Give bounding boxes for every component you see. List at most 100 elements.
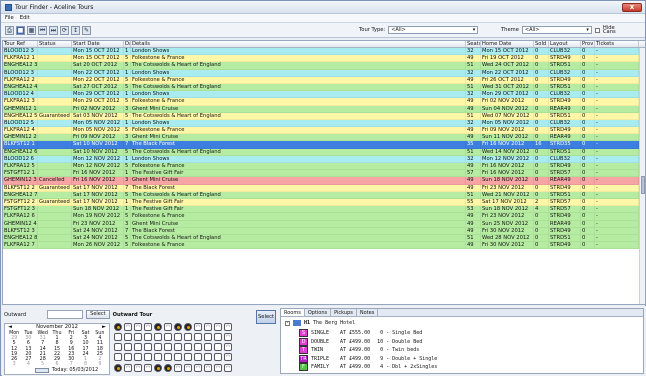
calendar-day[interactable]: 4: [21, 362, 35, 367]
column-header[interactable]: Sold: [534, 41, 549, 47]
refresh-icon[interactable]: ⟳: [60, 25, 69, 35]
room-item[interactable]: S SINGLE AT £555.00 0- Single Bed: [299, 329, 422, 337]
table-row[interactable]: FLKFRA12 7 Mon 26 NOV 2012 5 Folkestone & F…: [3, 242, 645, 250]
room-item[interactable]: T TWIN AT £499.00 0- Twin beds: [299, 346, 419, 354]
seat-icon[interactable]: ◠: [174, 364, 182, 372]
seat-icon[interactable]: [174, 343, 182, 351]
seat-icon[interactable]: ◠: [144, 323, 152, 331]
seat-icon[interactable]: [214, 353, 222, 361]
table-row[interactable]: FLKFRA12 4 Mon 05 NOV 2012 5 Folkestone & F…: [3, 127, 645, 135]
room-item[interactable]: TR TRIPLE AT £499.00 9- Double + Single: [299, 354, 437, 363]
seat-icon[interactable]: ◠: [204, 364, 212, 372]
seat-icon[interactable]: ◠: [134, 364, 142, 372]
seat-icon[interactable]: ◠: [194, 323, 202, 331]
tour-type-dropdown[interactable]: <All> ▾: [388, 26, 479, 34]
tree-collapse-icon[interactable]: -: [285, 320, 290, 326]
table-row[interactable]: BLOOD12 3 Mon 15 OCT 2012 1 London Shows 32 M…: [3, 48, 645, 56]
table-row[interactable]: ENGHEA12 6 Sat 10 NOV 2012 5 The Cotswolds …: [3, 148, 645, 156]
table-row[interactable]: FSTGFT12 3 Sun 18 NOV 2012 1 The Festive Gi…: [3, 206, 645, 214]
seat-icon[interactable]: [124, 353, 132, 361]
table-row[interactable]: FLKFRA12 6 Mon 19 NOV 2012 5 Folkestone & F…: [3, 213, 645, 221]
grid-scrollbar[interactable]: [639, 48, 645, 304]
room-item[interactable]: F FAMILY AT £499.00 4- Dbl + 2xSingles: [299, 363, 437, 371]
today-line[interactable]: Today: 05/03/2012: [35, 367, 98, 373]
menu-edit[interactable]: Edit: [20, 15, 30, 21]
seat-icon[interactable]: [184, 333, 192, 341]
table-row[interactable]: BLOOD12 5 Mon 05 NOV 2012 1 London Shows 32 M…: [3, 119, 645, 128]
seat-icon[interactable]: ◠: [124, 323, 132, 331]
table-row[interactable]: FLKFRA12 5 Mon 12 NOV 2012 5 Folkestone & F…: [3, 163, 645, 171]
table-row[interactable]: FSTGFT12 2 Guaranteed Sat 17 NOV 2012 1 The …: [3, 198, 645, 207]
seat-icon[interactable]: [204, 353, 212, 361]
table-row[interactable]: BLOOD12 4 Mon 29 OCT 2012 1 London Shows 32 M…: [3, 91, 645, 99]
next-month-icon[interactable]: ►: [102, 324, 106, 331]
seat-icon[interactable]: [154, 323, 162, 331]
seat-icon[interactable]: ◠: [164, 323, 172, 331]
seat-icon[interactable]: ◠: [184, 364, 192, 372]
menu-file[interactable]: File: [5, 15, 14, 21]
table-row[interactable]: BLKFST12 2 Guaranteed Sat 17 NOV 2012 7 The …: [3, 184, 645, 192]
seat-icon[interactable]: [174, 353, 182, 361]
hotel-node[interactable]: - H1 The Berg Hotel: [285, 320, 355, 326]
column-header[interactable]: Details: [131, 41, 466, 47]
column-header[interactable]: Layout: [549, 41, 581, 47]
seat-icon[interactable]: ◠: [124, 364, 132, 372]
seat-icon[interactable]: [154, 353, 162, 361]
tab-rooms[interactable]: Rooms: [281, 309, 305, 316]
seat-icon[interactable]: [164, 364, 172, 372]
tab-pickups[interactable]: Pickups: [331, 309, 357, 316]
table-row[interactable]: FLKFRA12 2 Mon 22 OCT 2012 5 Folkestone & F…: [3, 76, 645, 84]
table-row[interactable]: ENGHEA12 5 Guaranteed Sat 03 NOV 2012 5 The …: [3, 112, 645, 120]
seat-icon[interactable]: [114, 343, 122, 351]
table-row[interactable]: FLKFRA12 1 Mon 15 OCT 2012 5 Folkestone & F…: [3, 55, 645, 63]
edit-icon[interactable]: ✎: [82, 25, 91, 35]
table-row[interactable]: ENGHEA12 8 Sat 24 NOV 2012 5 The Cotswolds …: [3, 234, 645, 243]
seat-icon[interactable]: [194, 343, 202, 351]
seat-icon[interactable]: [184, 323, 192, 331]
theme-dropdown[interactable]: <All> ▾: [521, 26, 592, 34]
seat-icon[interactable]: ◠: [224, 323, 232, 331]
sort-icon[interactable]: ↕: [71, 25, 80, 35]
table-row[interactable]: BLKFST12 3 Sat 24 NOV 2012 7 The Black Fore…: [3, 227, 645, 235]
calendar-icon[interactable]: ▦: [27, 25, 36, 35]
seat-icon[interactable]: [154, 343, 162, 351]
seat-icon[interactable]: [144, 333, 152, 341]
seat-icon[interactable]: ◠: [214, 364, 222, 372]
select-button[interactable]: Select: [86, 310, 110, 319]
seat-icon[interactable]: [184, 343, 192, 351]
prev-month-icon[interactable]: ◄: [8, 324, 12, 331]
seat-icon[interactable]: [194, 333, 202, 341]
calendar-day[interactable]: 3: [7, 362, 21, 367]
column-header[interactable]: Home Date: [481, 41, 534, 47]
column-header[interactable]: Seats: [466, 41, 481, 47]
seat-icon[interactable]: ◠: [224, 343, 232, 351]
hide-cans-checkbox[interactable]: [594, 27, 600, 33]
close-button[interactable]: x: [622, 3, 642, 12]
tab-options[interactable]: Options: [305, 309, 332, 316]
column-header[interactable]: Prov: [581, 41, 595, 47]
seat-icon[interactable]: ◠: [204, 323, 212, 331]
seat-icon[interactable]: [204, 333, 212, 341]
seat-icon[interactable]: [154, 364, 162, 372]
seat-icon[interactable]: [154, 333, 162, 341]
seat-icon[interactable]: [204, 343, 212, 351]
table-row[interactable]: BLOOD12 3 Mon 22 OCT 2012 1 London Shows 32 M…: [3, 69, 645, 77]
table-row[interactable]: GHEMIN12 3 Cancelled Fri 16 NOV 2012 3 Ghent…: [3, 177, 645, 185]
seat-icon[interactable]: [164, 353, 172, 361]
seat-icon[interactable]: [114, 323, 122, 331]
seat-icon[interactable]: ◠: [224, 353, 232, 361]
table-row[interactable]: ENGHEA12 4 Sat 27 OCT 2012 5 The Cotswolds …: [3, 83, 645, 92]
seat-icon[interactable]: ◠: [134, 323, 142, 331]
room-item[interactable]: D DOUBLE AT £499.00 10- Double Bed: [299, 337, 422, 346]
last-icon[interactable]: ⏭: [49, 25, 58, 35]
outward-input[interactable]: [47, 310, 84, 319]
seat-icon[interactable]: [174, 333, 182, 341]
table-row[interactable]: FLKFRA12 3 Mon 29 OCT 2012 5 Folkestone & F…: [3, 98, 645, 106]
seat-icon[interactable]: ◠: [224, 364, 232, 372]
seat-icon[interactable]: [164, 343, 172, 351]
seat-icon[interactable]: [214, 343, 222, 351]
seat-icon[interactable]: ◠: [144, 364, 152, 372]
table-row[interactable]: FSTGFT12 1 Fri 16 NOV 2012 1 The Festive Gi…: [3, 170, 645, 178]
seat-icon[interactable]: [134, 343, 142, 351]
column-header[interactable]: Tickets: [595, 41, 639, 47]
